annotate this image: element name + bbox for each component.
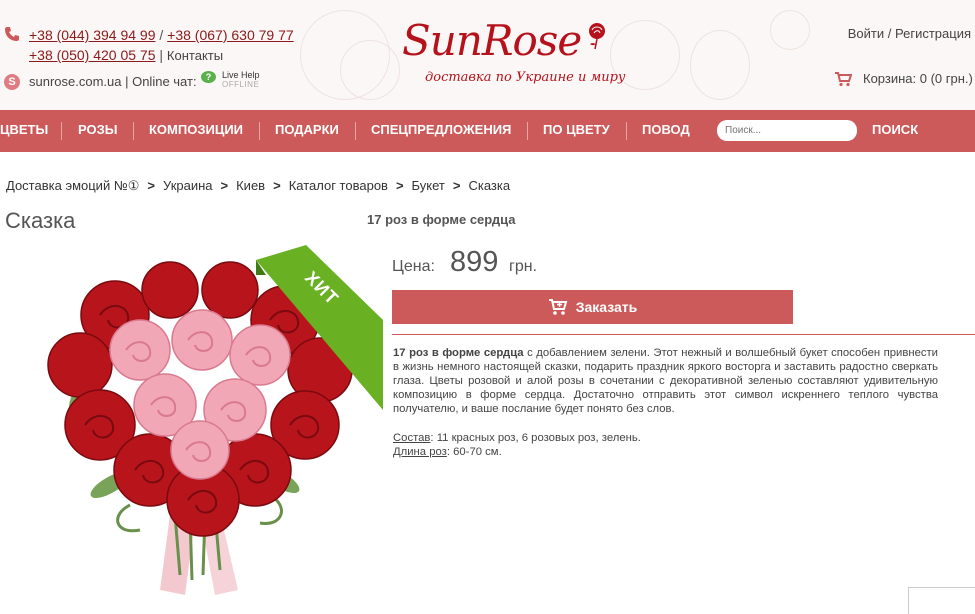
breadcrumb-arrow-icon: > [395,178,404,193]
rose-icon [589,23,605,50]
nav-separator [133,122,134,140]
site-url-text: sunrose.com.ua | Online чат: [29,74,197,89]
cart-icon[interactable] [834,71,852,87]
skype-icon[interactable]: S [4,74,20,90]
price-label: Цена: [392,258,435,275]
section-divider [392,334,975,335]
product-subtitle: 17 роз в форме сердца [367,212,516,227]
chat-bubble-icon: ? [201,71,216,83]
nav-item-flowers[interactable]: ЦВЕТЫ [0,110,48,152]
corner-panel [908,587,975,614]
nav-item-special-offers[interactable]: СПЕЦПРЕДЛОЖЕНИЯ [371,110,511,152]
decorative-ornament [340,40,400,100]
site-logo[interactable]: SunRose доставка по Украине и миру [392,14,626,94]
order-button[interactable]: Заказать [392,290,793,324]
spec-composition-label: Состав [393,432,431,444]
breadcrumb-bouquet[interactable]: Букет [412,178,445,193]
spec-length-label: Длина роз [393,446,447,458]
price-value: 899 [450,246,499,278]
breadcrumb-arrow-icon: > [273,178,281,193]
cart-summary[interactable]: Корзина: 0 (0 грн.) [863,71,973,86]
nav-separator [355,122,356,140]
search-input[interactable] [717,120,857,141]
breadcrumb-catalog[interactable]: Каталог товаров [289,178,388,193]
login-link[interactable]: Войти [848,26,884,41]
spec-length: Длина роз: 60-70 см. [393,445,641,459]
nav-separator [259,122,260,140]
spec-length-value: : 60-70 см. [446,446,502,458]
breadcrumb-arrow-icon: > [220,178,229,193]
cart-icon [548,299,568,315]
live-help-label: Live Help [222,70,260,80]
phone-separator: / [155,27,168,43]
decorative-ornament [770,10,810,50]
nav-item-roses[interactable]: РОЗЫ [78,110,117,152]
account-separator: / [884,26,895,41]
register-link[interactable]: Регистрация [895,26,971,41]
live-help-widget[interactable]: ? Live Help OFFLINE [201,70,271,90]
product-description: 17 роз в форме сердца с добавлением зеле… [393,346,938,416]
nav-item-occasion[interactable]: ПОВОД [642,110,690,152]
hit-badge [256,245,383,410]
nav-item-compositions[interactable]: КОМПОЗИЦИИ [149,110,243,152]
contacts-separator: | [155,47,167,63]
account-links: Войти / Регистрация [848,26,971,41]
order-button-label: Заказать [575,299,638,315]
contacts-link[interactable]: Контакты [167,48,223,63]
search-button[interactable]: ПОИСК [872,110,918,152]
spec-composition: Состав: 11 красных роз, 6 розовых роз, з… [393,431,641,445]
nav-item-gifts[interactable]: ПОДАРКИ [275,110,339,152]
breadcrumb: Доставка эмоций №① > Украина > Киев > Каталог … [6,178,510,194]
breadcrumb-home[interactable]: Доставка эмоций №① [6,178,139,193]
price-currency: грн. [509,258,538,275]
breadcrumb-current: Сказка [468,178,511,193]
spec-composition-value: : 11 красных роз, 6 розовых роз, зелень. [430,432,641,444]
description-highlight: 17 роз в форме сердца [393,347,524,359]
breadcrumb-kyiv[interactable]: Киев [236,178,265,193]
phone-link-2[interactable]: +38 (067) 630 79 77 [167,27,294,43]
breadcrumb-arrow-icon: > [147,178,156,193]
nav-separator [61,122,62,140]
live-help-status: OFFLINE [222,80,260,89]
decorative-ornament [690,30,750,100]
product-specs: Состав: 11 красных роз, 6 розовых роз, з… [393,431,641,459]
phone-link-1[interactable]: +38 (044) 394 94 99 [29,27,156,43]
breadcrumb-arrow-icon: > [452,178,461,193]
nav-separator [626,122,627,140]
page-title: Сказка [5,208,76,233]
phone-icon [5,27,19,41]
nav-item-by-color[interactable]: ПО ЦВЕТУ [543,110,610,152]
phone-list: +38 (044) 394 94 99 / +38 (067) 630 79 7… [29,25,294,66]
logo-tagline: доставка по Украине и миру [425,70,626,85]
nav-separator [527,122,528,140]
logo-text: SunRose [402,16,582,65]
breadcrumb-ukraine[interactable]: Украина [163,178,213,193]
phone-link-3[interactable]: +38 (050) 420 05 75 [29,47,156,63]
